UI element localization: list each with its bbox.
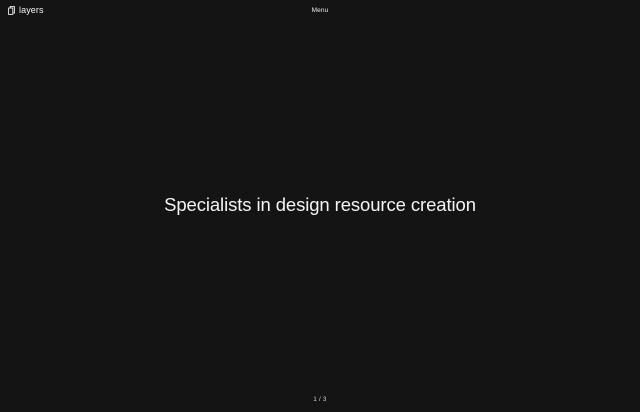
logo-text: layers xyxy=(19,5,44,15)
logo-link[interactable]: layers xyxy=(8,5,44,16)
page: layers Menu Specialists in design resour… xyxy=(0,0,640,412)
header: layers Menu xyxy=(0,0,640,24)
hero-title: Specialists in design resource creation xyxy=(164,194,476,215)
menu-button[interactable]: Menu xyxy=(312,7,329,15)
slide-pager: 1 / 3 xyxy=(313,397,327,403)
layers-icon xyxy=(8,6,15,15)
